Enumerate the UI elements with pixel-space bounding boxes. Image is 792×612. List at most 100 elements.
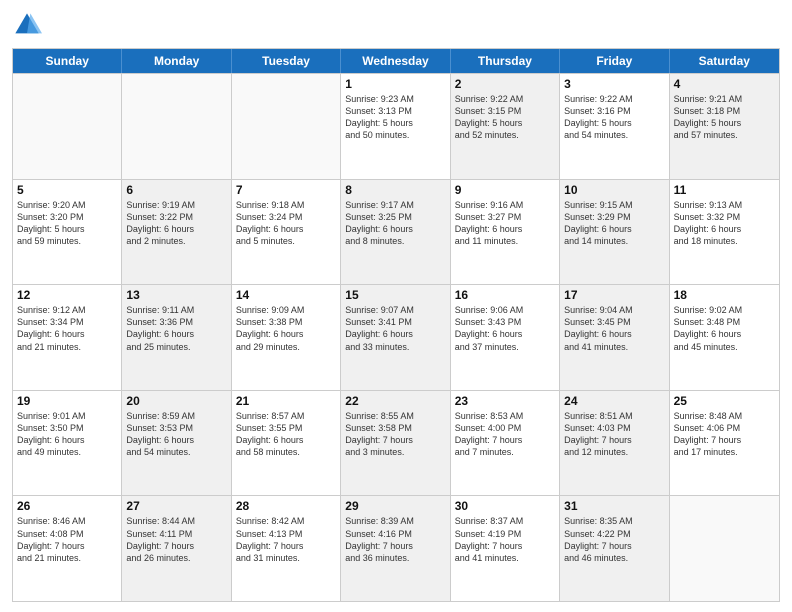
table-row: 29 Sunrise: 8:39 AM Sunset: 4:16 PM Dayli… xyxy=(341,496,450,601)
day-number: 7 xyxy=(236,183,336,197)
table-row: 23 Sunrise: 8:53 AM Sunset: 4:00 PM Dayli… xyxy=(451,391,560,496)
table-row: 15 Sunrise: 9:07 AM Sunset: 3:41 PM Dayli… xyxy=(341,285,450,390)
table-row xyxy=(232,74,341,179)
cell-info: Sunrise: 8:35 AM Sunset: 4:22 PM Dayligh… xyxy=(564,515,664,564)
table-row: 17 Sunrise: 9:04 AM Sunset: 3:45 PM Dayli… xyxy=(560,285,669,390)
cell-info: Sunrise: 8:46 AM Sunset: 4:08 PM Dayligh… xyxy=(17,515,117,564)
cell-info: Sunrise: 8:53 AM Sunset: 4:00 PM Dayligh… xyxy=(455,410,555,459)
cell-info: Sunrise: 9:02 AM Sunset: 3:48 PM Dayligh… xyxy=(674,304,775,353)
day-header-sunday: Sunday xyxy=(13,49,122,73)
cell-info: Sunrise: 9:15 AM Sunset: 3:29 PM Dayligh… xyxy=(564,199,664,248)
day-header-saturday: Saturday xyxy=(670,49,779,73)
page-header xyxy=(12,10,780,40)
table-row: 25 Sunrise: 8:48 AM Sunset: 4:06 PM Dayli… xyxy=(670,391,779,496)
day-number: 29 xyxy=(345,499,445,513)
cell-info: Sunrise: 9:06 AM Sunset: 3:43 PM Dayligh… xyxy=(455,304,555,353)
day-number: 1 xyxy=(345,77,445,91)
day-number: 6 xyxy=(126,183,226,197)
table-row: 7 Sunrise: 9:18 AM Sunset: 3:24 PM Daylig… xyxy=(232,180,341,285)
day-header-tuesday: Tuesday xyxy=(232,49,341,73)
table-row: 21 Sunrise: 8:57 AM Sunset: 3:55 PM Dayli… xyxy=(232,391,341,496)
cell-info: Sunrise: 9:22 AM Sunset: 3:15 PM Dayligh… xyxy=(455,93,555,142)
calendar: SundayMondayTuesdayWednesdayThursdayFrid… xyxy=(12,48,780,602)
cell-info: Sunrise: 8:51 AM Sunset: 4:03 PM Dayligh… xyxy=(564,410,664,459)
day-number: 17 xyxy=(564,288,664,302)
calendar-body: 1Sunrise: 9:23 AM Sunset: 3:13 PM Daylig… xyxy=(13,73,779,601)
cell-info: Sunrise: 9:01 AM Sunset: 3:50 PM Dayligh… xyxy=(17,410,117,459)
calendar-week-5: 26 Sunrise: 8:46 AM Sunset: 4:08 PM Dayli… xyxy=(13,495,779,601)
cell-info: Sunrise: 9:20 AM Sunset: 3:20 PM Dayligh… xyxy=(17,199,117,248)
table-row: 4Sunrise: 9:21 AM Sunset: 3:18 PM Daylig… xyxy=(670,74,779,179)
day-header-monday: Monday xyxy=(122,49,231,73)
table-row: 19 Sunrise: 9:01 AM Sunset: 3:50 PM Dayli… xyxy=(13,391,122,496)
day-number: 25 xyxy=(674,394,775,408)
table-row: 30Sunrise: 8:37 AM Sunset: 4:19 PM Dayli… xyxy=(451,496,560,601)
day-number: 3 xyxy=(564,77,664,91)
table-row: 8 Sunrise: 9:17 AM Sunset: 3:25 PM Daylig… xyxy=(341,180,450,285)
table-row xyxy=(122,74,231,179)
day-number: 20 xyxy=(126,394,226,408)
table-row: 31 Sunrise: 8:35 AM Sunset: 4:22 PM Dayli… xyxy=(560,496,669,601)
day-number: 2 xyxy=(455,77,555,91)
day-number: 10 xyxy=(564,183,664,197)
day-header-friday: Friday xyxy=(560,49,669,73)
table-row: 12Sunrise: 9:12 AM Sunset: 3:34 PM Dayli… xyxy=(13,285,122,390)
day-number: 23 xyxy=(455,394,555,408)
cell-info: Sunrise: 9:07 AM Sunset: 3:41 PM Dayligh… xyxy=(345,304,445,353)
cell-info: Sunrise: 8:42 AM Sunset: 4:13 PM Dayligh… xyxy=(236,515,336,564)
day-number: 13 xyxy=(126,288,226,302)
day-number: 12 xyxy=(17,288,117,302)
day-number: 31 xyxy=(564,499,664,513)
cell-info: Sunrise: 9:17 AM Sunset: 3:25 PM Dayligh… xyxy=(345,199,445,248)
cell-info: Sunrise: 9:16 AM Sunset: 3:27 PM Dayligh… xyxy=(455,199,555,248)
day-number: 9 xyxy=(455,183,555,197)
cell-info: Sunrise: 8:48 AM Sunset: 4:06 PM Dayligh… xyxy=(674,410,775,459)
table-row: 28 Sunrise: 8:42 AM Sunset: 4:13 PM Dayli… xyxy=(232,496,341,601)
calendar-week-4: 19 Sunrise: 9:01 AM Sunset: 3:50 PM Dayli… xyxy=(13,390,779,496)
day-number: 19 xyxy=(17,394,117,408)
table-row xyxy=(670,496,779,601)
day-number: 26 xyxy=(17,499,117,513)
day-number: 5 xyxy=(17,183,117,197)
day-number: 16 xyxy=(455,288,555,302)
cell-info: Sunrise: 9:21 AM Sunset: 3:18 PM Dayligh… xyxy=(674,93,775,142)
cell-info: Sunrise: 9:22 AM Sunset: 3:16 PM Dayligh… xyxy=(564,93,664,142)
day-number: 21 xyxy=(236,394,336,408)
logo-icon xyxy=(12,10,42,40)
cell-info: Sunrise: 9:19 AM Sunset: 3:22 PM Dayligh… xyxy=(126,199,226,248)
table-row: 22Sunrise: 8:55 AM Sunset: 3:58 PM Dayli… xyxy=(341,391,450,496)
day-number: 15 xyxy=(345,288,445,302)
table-row: 5 Sunrise: 9:20 AM Sunset: 3:20 PM Daylig… xyxy=(13,180,122,285)
table-row: 13 Sunrise: 9:11 AM Sunset: 3:36 PM Dayli… xyxy=(122,285,231,390)
day-number: 11 xyxy=(674,183,775,197)
day-number: 30 xyxy=(455,499,555,513)
cell-info: Sunrise: 9:18 AM Sunset: 3:24 PM Dayligh… xyxy=(236,199,336,248)
table-row: 14Sunrise: 9:09 AM Sunset: 3:38 PM Dayli… xyxy=(232,285,341,390)
day-number: 28 xyxy=(236,499,336,513)
cell-info: Sunrise: 9:11 AM Sunset: 3:36 PM Dayligh… xyxy=(126,304,226,353)
calendar-header: SundayMondayTuesdayWednesdayThursdayFrid… xyxy=(13,49,779,73)
day-number: 18 xyxy=(674,288,775,302)
cell-info: Sunrise: 8:39 AM Sunset: 4:16 PM Dayligh… xyxy=(345,515,445,564)
day-number: 24 xyxy=(564,394,664,408)
cell-info: Sunrise: 8:44 AM Sunset: 4:11 PM Dayligh… xyxy=(126,515,226,564)
cell-info: Sunrise: 8:59 AM Sunset: 3:53 PM Dayligh… xyxy=(126,410,226,459)
table-row: 1Sunrise: 9:23 AM Sunset: 3:13 PM Daylig… xyxy=(341,74,450,179)
day-header-wednesday: Wednesday xyxy=(341,49,450,73)
table-row xyxy=(13,74,122,179)
cell-info: Sunrise: 8:55 AM Sunset: 3:58 PM Dayligh… xyxy=(345,410,445,459)
table-row: 3 Sunrise: 9:22 AM Sunset: 3:16 PM Daylig… xyxy=(560,74,669,179)
day-number: 8 xyxy=(345,183,445,197)
cell-info: Sunrise: 9:04 AM Sunset: 3:45 PM Dayligh… xyxy=(564,304,664,353)
table-row: 24 Sunrise: 8:51 AM Sunset: 4:03 PM Dayli… xyxy=(560,391,669,496)
calendar-week-1: 1Sunrise: 9:23 AM Sunset: 3:13 PM Daylig… xyxy=(13,73,779,179)
table-row: 26 Sunrise: 8:46 AM Sunset: 4:08 PM Dayli… xyxy=(13,496,122,601)
logo xyxy=(12,10,46,40)
table-row: 10 Sunrise: 9:15 AM Sunset: 3:29 PM Dayli… xyxy=(560,180,669,285)
cell-info: Sunrise: 8:57 AM Sunset: 3:55 PM Dayligh… xyxy=(236,410,336,459)
table-row: 20 Sunrise: 8:59 AM Sunset: 3:53 PM Dayli… xyxy=(122,391,231,496)
calendar-week-2: 5 Sunrise: 9:20 AM Sunset: 3:20 PM Daylig… xyxy=(13,179,779,285)
table-row: 27Sunrise: 8:44 AM Sunset: 4:11 PM Dayli… xyxy=(122,496,231,601)
table-row: 9 Sunrise: 9:16 AM Sunset: 3:27 PM Daylig… xyxy=(451,180,560,285)
table-row: 18 Sunrise: 9:02 AM Sunset: 3:48 PM Dayli… xyxy=(670,285,779,390)
